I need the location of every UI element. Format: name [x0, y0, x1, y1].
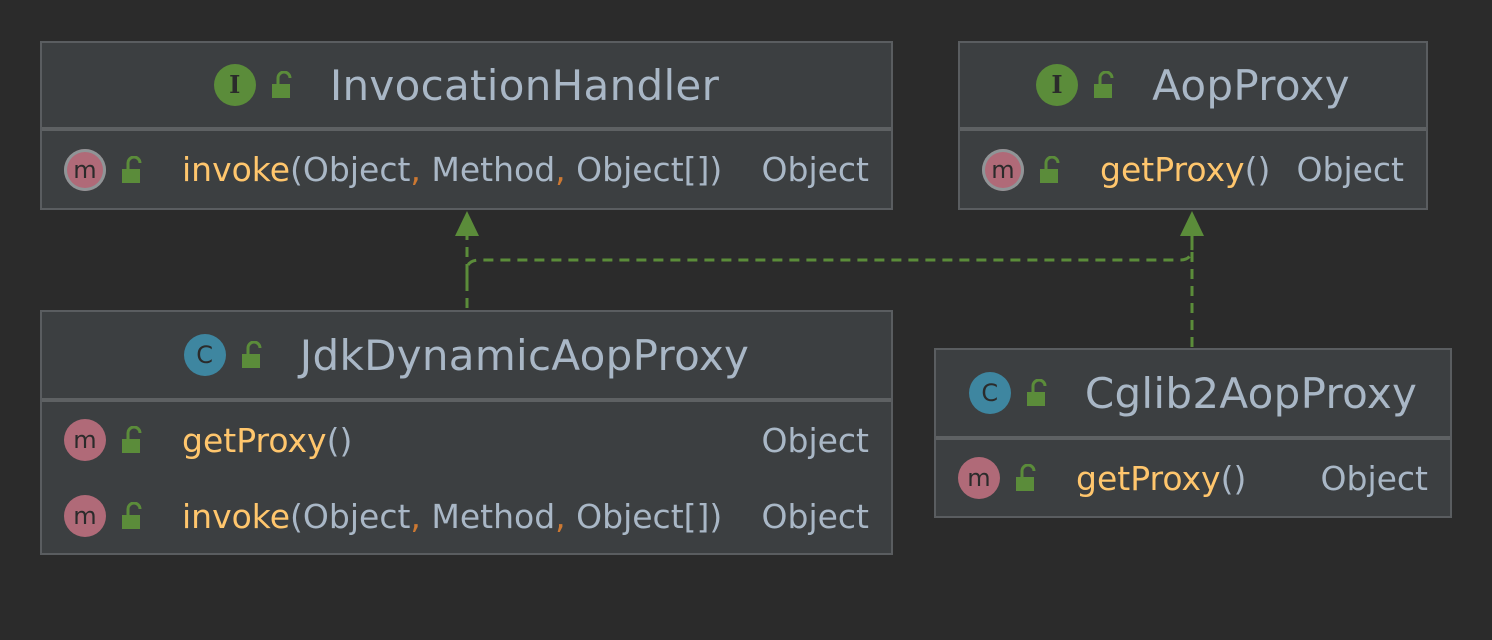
public-unlocked-icon — [1016, 464, 1036, 491]
node-aopproxy[interactable]: I AopProxy m getProxy() Object — [958, 41, 1428, 210]
method-paren-open: ( — [290, 496, 303, 536]
method-return-type: Object — [761, 496, 869, 536]
node-header: C JdkDynamicAopProxy — [42, 312, 891, 402]
method-param: Method — [420, 150, 556, 189]
method-name: getProxy — [182, 420, 327, 460]
interface-icon: I — [1036, 64, 1079, 106]
node-header: I AopProxy — [960, 43, 1426, 131]
method-paren-open: ( — [1244, 150, 1258, 189]
arrowhead-aopproxy — [1180, 211, 1204, 236]
method-name: invoke — [182, 496, 291, 536]
method-paren-open: ( — [290, 150, 303, 189]
method-param: Object — [302, 496, 411, 536]
method-param: Object[] — [565, 150, 710, 189]
node-header: C Cglib2AopProxy — [936, 350, 1450, 440]
method-return-type: Object — [1320, 458, 1428, 498]
public-unlocked-icon — [122, 426, 142, 453]
method-row[interactable]: m invoke(Object, Method, Object[]) Objec… — [42, 131, 891, 208]
param-separator: , — [555, 496, 566, 536]
node-title: JdkDynamicAopProxy — [299, 330, 750, 380]
param-separator: , — [410, 496, 421, 536]
method-paren-close: ) — [709, 150, 723, 189]
method-paren-close: ) — [709, 496, 723, 536]
method-row[interactable]: m invoke(Object, Method, Object[]) Objec… — [42, 478, 891, 554]
method-param: Object — [302, 150, 411, 189]
public-unlocked-icon — [1026, 379, 1047, 406]
method-paren-open: ( — [1220, 458, 1234, 498]
arrowhead-invocationhandler — [455, 211, 479, 236]
method-icon: m — [64, 419, 106, 461]
class-icon: C — [968, 372, 1011, 414]
public-unlocked-icon — [241, 341, 262, 368]
method-return-type: Object — [761, 420, 869, 460]
edge-jdk-to-aopproxy — [465, 236, 1194, 282]
method-param: Method — [420, 496, 556, 536]
public-unlocked-icon — [271, 71, 292, 98]
public-unlocked-icon — [1094, 71, 1114, 98]
method-return-type: Object — [761, 150, 869, 189]
node-title: AopProxy — [1152, 60, 1350, 110]
node-title: Cglib2AopProxy — [1084, 368, 1418, 418]
param-separator: , — [410, 150, 421, 189]
method-name: getProxy — [1100, 150, 1245, 189]
public-unlocked-icon — [122, 155, 142, 183]
method-icon: m — [64, 495, 106, 537]
method-icon: m — [982, 148, 1024, 191]
method-name: getProxy — [1076, 458, 1221, 498]
param-separator: , — [555, 150, 566, 189]
method-paren-open: ( — [326, 420, 340, 460]
class-icon: C — [183, 334, 226, 376]
method-paren-close: ) — [339, 420, 353, 460]
method-param: Object[] — [565, 496, 710, 536]
method-return-type: Object — [1296, 150, 1404, 189]
public-unlocked-icon — [122, 502, 142, 529]
method-row[interactable]: m getProxy() Object — [936, 440, 1450, 516]
node-cglib2aopproxy[interactable]: C Cglib2AopProxy m getProxy() Object — [934, 348, 1452, 518]
method-name: invoke — [182, 150, 291, 189]
node-header: I InvocationHandler — [42, 43, 891, 131]
node-title: InvocationHandler — [329, 60, 720, 110]
method-icon: m — [64, 148, 106, 191]
public-unlocked-icon — [1040, 155, 1060, 183]
method-row[interactable]: m getProxy() Object — [42, 402, 891, 478]
method-paren-close: ) — [1233, 458, 1247, 498]
node-jdkdynamicaopproxy[interactable]: C JdkDynamicAopProxy m getProxy() Object… — [40, 310, 893, 555]
method-paren-close: ) — [1257, 150, 1271, 189]
node-invocationhandler[interactable]: I InvocationHandler m invoke(Object, Met… — [40, 41, 893, 210]
method-icon: m — [958, 457, 1000, 499]
method-row[interactable]: m getProxy() Object — [960, 131, 1426, 208]
interface-icon: I — [213, 64, 256, 106]
